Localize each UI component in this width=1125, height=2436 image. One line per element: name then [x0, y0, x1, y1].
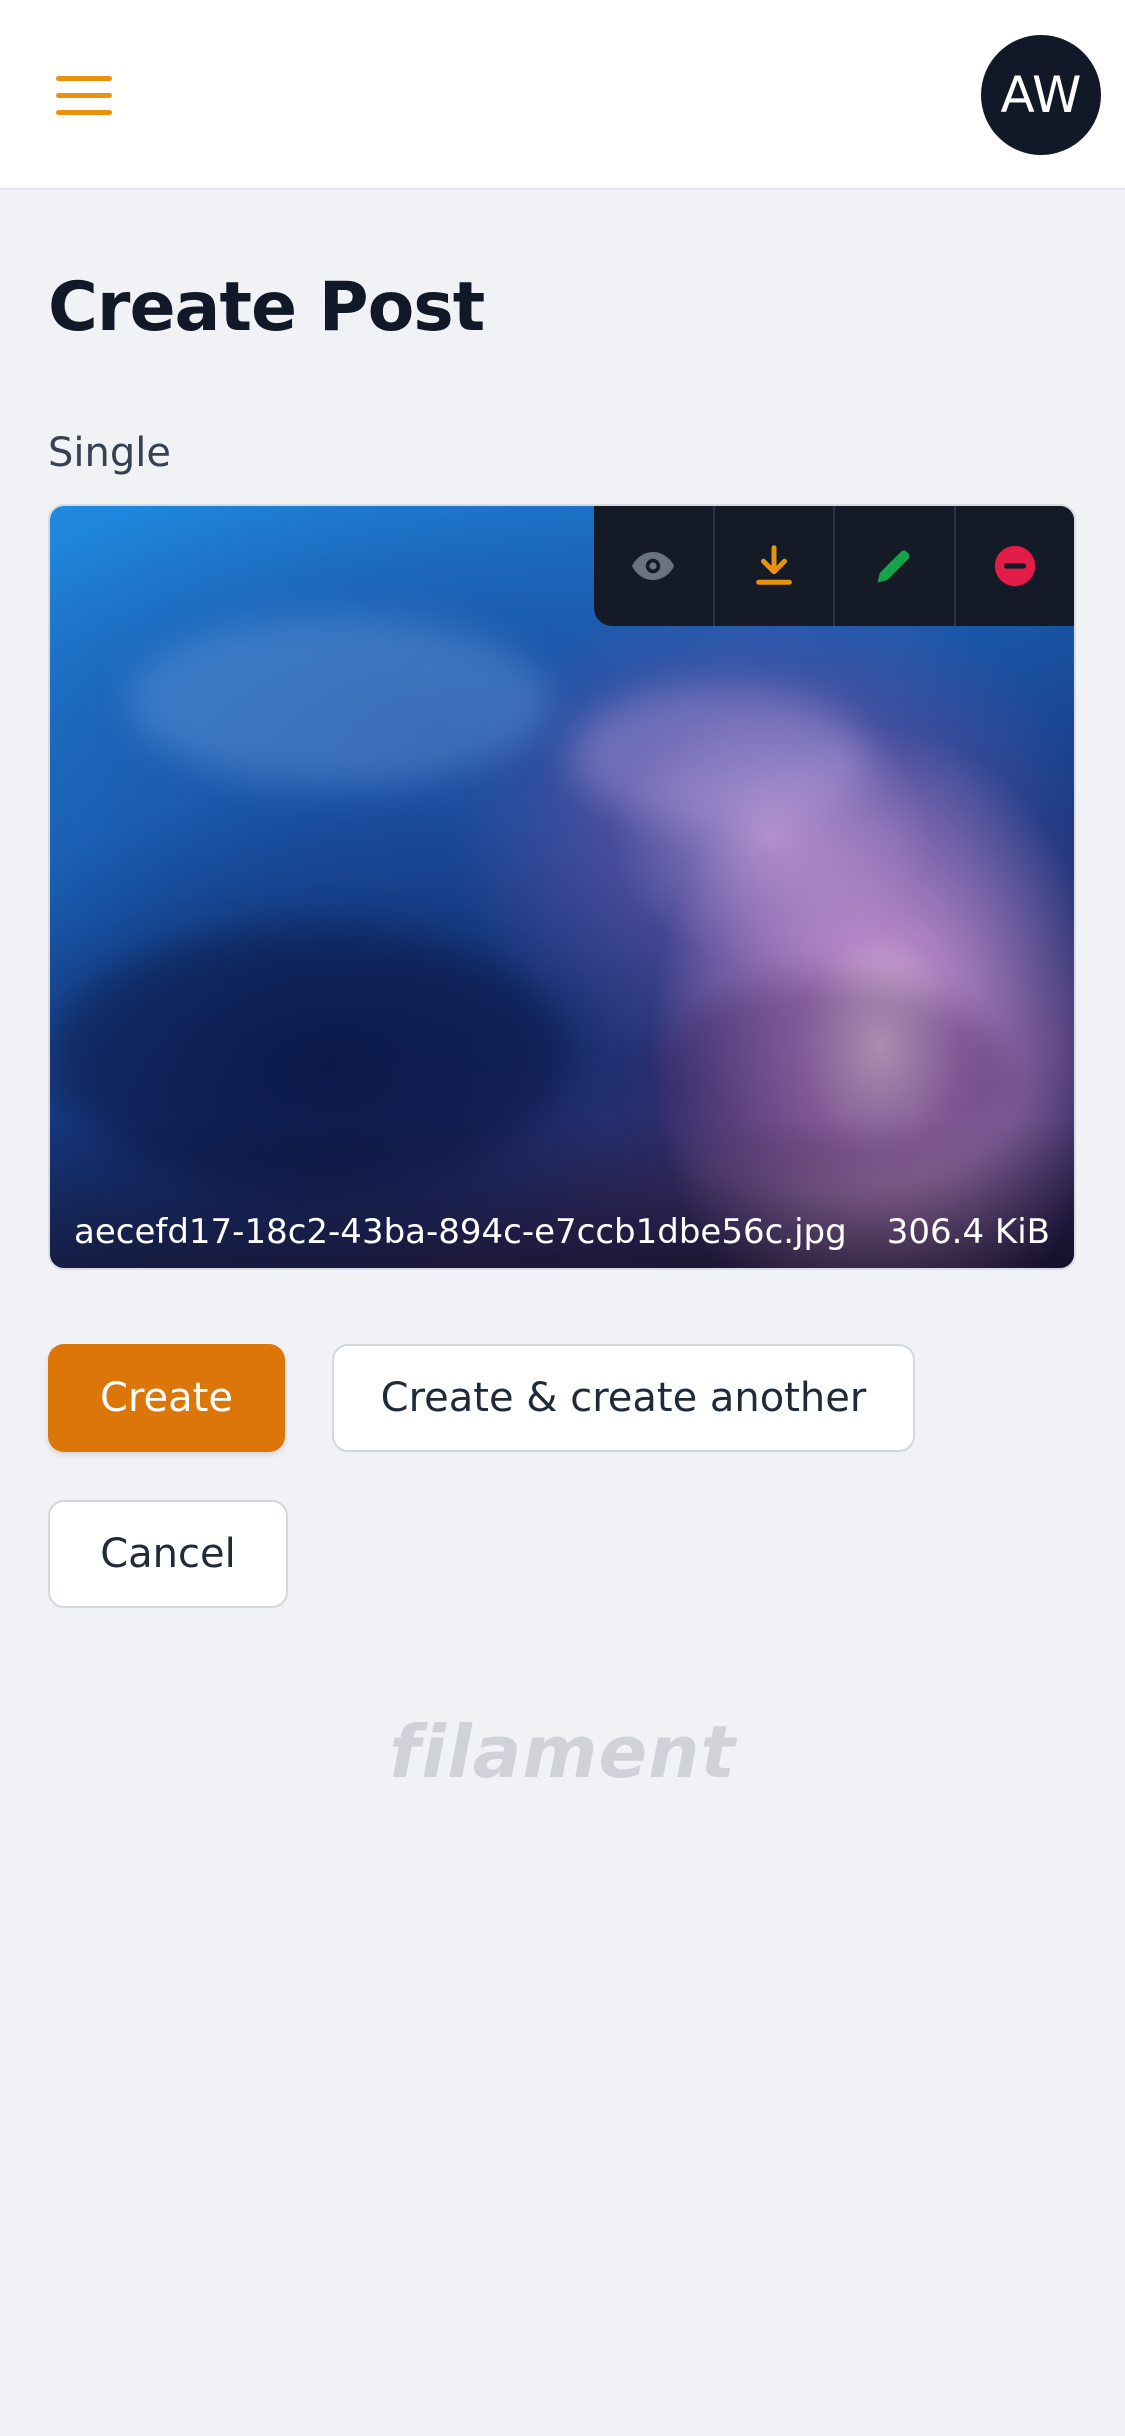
preview-button[interactable] [594, 506, 713, 626]
page-title: Create Post [48, 268, 485, 347]
filament-logo: filament [389, 1710, 736, 1794]
remove-button[interactable] [953, 506, 1075, 626]
download-button[interactable] [712, 506, 834, 626]
create-button[interactable]: Create [48, 1344, 285, 1452]
cloud-decoration [130, 616, 550, 786]
minus-circle-icon [994, 545, 1035, 587]
edit-button[interactable] [833, 506, 954, 626]
avatar[interactable]: AW [981, 35, 1101, 155]
field-label: Single [48, 430, 171, 476]
download-icon [755, 545, 792, 585]
hamburger-menu-icon[interactable] [56, 76, 112, 116]
upload-toolbar [594, 506, 1074, 626]
top-bar: AW [0, 0, 1125, 190]
cancel-button[interactable]: Cancel [48, 1500, 288, 1608]
cloud-decoration [570, 686, 870, 826]
file-size: 306.4 KiB [886, 1212, 1050, 1252]
eye-icon [632, 552, 675, 580]
pencil-icon [877, 550, 910, 583]
file-name: aecefd17-18c2-43ba-894c-e7ccb1dbe56c.jpg [74, 1212, 847, 1252]
create-another-button[interactable]: Create & create another [332, 1344, 915, 1452]
image-upload-preview[interactable]: aecefd17-18c2-43ba-894c-e7ccb1dbe56c.jpg… [48, 504, 1076, 1270]
